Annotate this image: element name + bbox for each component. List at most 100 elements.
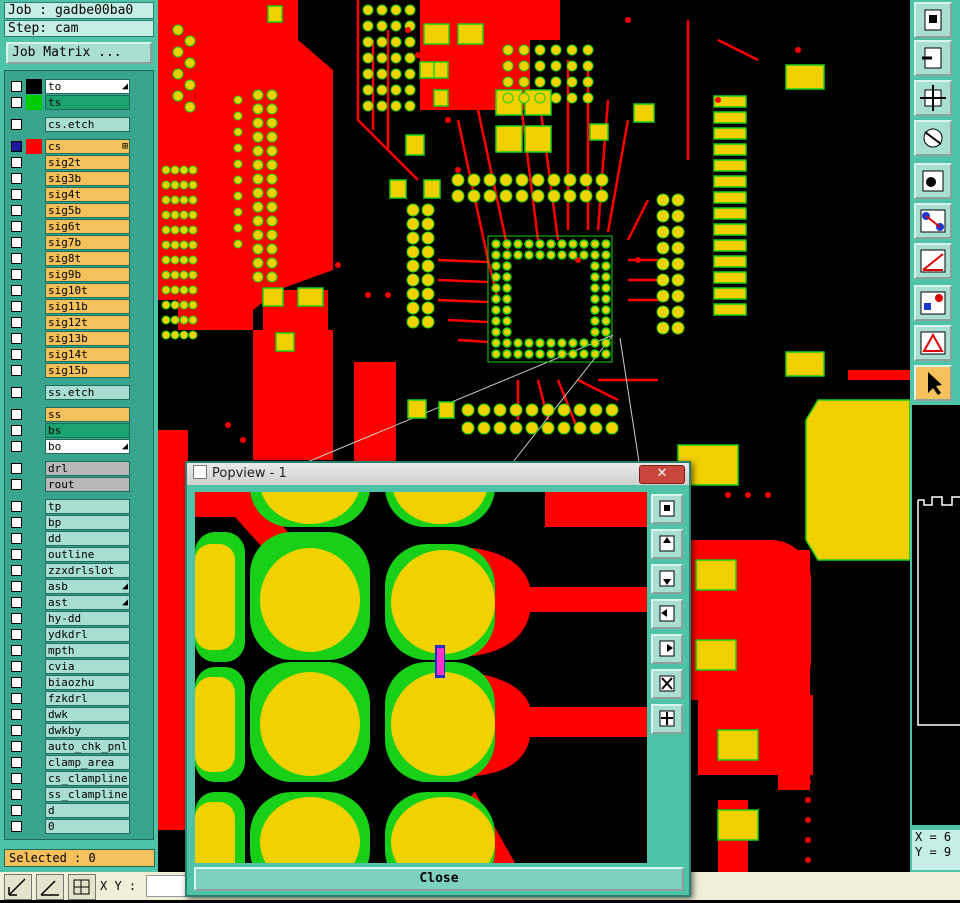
layer-row-sig14t[interactable]: sig14t (5, 347, 133, 362)
layer-name[interactable]: tp (45, 499, 130, 514)
layer-row-sig12t[interactable]: sig12t (5, 315, 133, 330)
layer-checkbox[interactable] (11, 237, 22, 248)
layer-checkbox[interactable] (11, 549, 22, 560)
layer-checkbox[interactable] (11, 365, 22, 376)
layer-row-clamp_area[interactable]: clamp_area (5, 755, 133, 770)
layer-name[interactable]: auto_chk_pnl (45, 739, 130, 754)
snap-settings-icon[interactable] (914, 120, 952, 156)
layer-checkbox[interactable] (11, 463, 22, 474)
layer-name[interactable]: sig10t (45, 283, 130, 298)
layer-name[interactable]: sig12t (45, 315, 130, 330)
layer-name[interactable]: bo ◢ (45, 439, 130, 454)
layer-name[interactable]: cs ⊞ (45, 139, 130, 154)
layer-name[interactable]: to ◢ (45, 79, 130, 94)
layer-checkbox[interactable] (11, 301, 22, 312)
layer-checkbox[interactable] (11, 757, 22, 768)
layer-checkbox[interactable] (11, 119, 22, 130)
pointer-icon[interactable] (914, 365, 952, 401)
layer-checkbox[interactable] (11, 773, 22, 784)
layer-row-bo[interactable]: bo ◢ (5, 439, 133, 454)
layer-row-sig2t[interactable]: sig2t (5, 155, 133, 170)
layer-checkbox[interactable] (11, 501, 22, 512)
layer-row-sig6t[interactable]: sig6t (5, 219, 133, 234)
layer-checkbox[interactable] (11, 97, 22, 108)
layer-checkbox[interactable] (11, 645, 22, 656)
layer-checkbox[interactable] (11, 789, 22, 800)
zoom-out-icon[interactable] (651, 669, 683, 699)
layer-checkbox[interactable] (11, 805, 22, 816)
layer-checkbox[interactable] (11, 387, 22, 398)
job-matrix-button[interactable]: Job Matrix ... (6, 42, 152, 64)
select-feature-icon[interactable] (914, 163, 952, 199)
layer-name[interactable]: sig15b (45, 363, 130, 378)
layer-row-fzkdrl[interactable]: fzkdrl (5, 691, 133, 706)
layer-row-to[interactable]: to ◢ (5, 79, 133, 94)
layer-checkbox[interactable] (11, 269, 22, 280)
layer-name[interactable]: dwk (45, 707, 130, 722)
layer-checkbox[interactable] (11, 565, 22, 576)
layer-name[interactable]: d (45, 803, 130, 818)
layer-name[interactable]: ts (45, 95, 130, 110)
measure-angle-icon[interactable] (36, 874, 64, 900)
layer-checkbox[interactable] (11, 205, 22, 216)
layer-row-ts[interactable]: ts (5, 95, 133, 110)
layer-row-rout[interactable]: rout (5, 477, 133, 492)
layer-row-sig8t[interactable]: sig8t (5, 251, 133, 266)
layer-row-sig3b[interactable]: sig3b (5, 171, 133, 186)
layer-row-bs[interactable]: bs (5, 423, 133, 438)
layer-row-ss.etch[interactable]: ss.etch (5, 385, 133, 400)
layer-checkbox[interactable] (11, 677, 22, 688)
layer-checkbox[interactable] (11, 221, 22, 232)
layer-checkbox[interactable] (11, 441, 22, 452)
layer-row-sig7b[interactable]: sig7b (5, 235, 133, 250)
layer-name[interactable]: sig4t (45, 187, 130, 202)
layer-row-dd[interactable]: dd (5, 531, 133, 546)
pan-left-icon[interactable] (651, 599, 683, 629)
layer-row-cvia[interactable]: cvia (5, 659, 133, 674)
layer-name[interactable]: cvia (45, 659, 130, 674)
layer-row-ast[interactable]: ast ◢ (5, 595, 133, 610)
layer-name[interactable]: sig7b (45, 235, 130, 250)
layer-name[interactable]: sig6t (45, 219, 130, 234)
layer-name[interactable]: outline (45, 547, 130, 562)
layer-checkbox[interactable] (11, 141, 22, 152)
layer-checkbox[interactable] (11, 709, 22, 720)
layer-checkbox[interactable] (11, 661, 22, 672)
xy-input[interactable] (146, 875, 186, 897)
layer-checkbox[interactable] (11, 253, 22, 264)
layer-checkbox[interactable] (11, 285, 22, 296)
layer-row-sig9b[interactable]: sig9b (5, 267, 133, 282)
layer-row-hy-dd[interactable]: hy-dd (5, 611, 133, 626)
zoom-in-icon[interactable] (914, 40, 952, 76)
layer-row-tp[interactable]: tp (5, 499, 133, 514)
layer-row-cs[interactable]: cs ⊞ (5, 139, 133, 154)
layer-name[interactable]: bp (45, 515, 130, 530)
layer-name[interactable]: sig11b (45, 299, 130, 314)
layer-name[interactable]: fzkdrl (45, 691, 130, 706)
layer-row-asb[interactable]: asb ◢ (5, 579, 133, 594)
layer-name[interactable]: cs_clampline (45, 771, 130, 786)
layer-checkbox[interactable] (11, 157, 22, 168)
layer-checkbox[interactable] (11, 425, 22, 436)
layer-row-d[interactable]: d (5, 803, 133, 818)
layer-name[interactable]: drl (45, 461, 130, 476)
layer-row-dwkby[interactable]: dwkby (5, 723, 133, 738)
layer-checkbox[interactable] (11, 349, 22, 360)
overview-map[interactable] (912, 405, 960, 825)
layer-row-sig15b[interactable]: sig15b (5, 363, 133, 378)
layer-row-bp[interactable]: bp (5, 515, 133, 530)
layer-name[interactable]: ydkdrl (45, 627, 130, 642)
layer-name[interactable]: hy-dd (45, 611, 130, 626)
layer-name[interactable]: sig3b (45, 171, 130, 186)
layer-row-mpth[interactable]: mpth (5, 643, 133, 658)
layer-name[interactable]: sig8t (45, 251, 130, 266)
popview-close-button[interactable]: Close (194, 867, 684, 891)
pan-down-icon[interactable] (651, 564, 683, 594)
layer-checkbox[interactable] (11, 409, 22, 420)
layer-row-sig4t[interactable]: sig4t (5, 187, 133, 202)
layer-name[interactable]: cs.etch (45, 117, 130, 132)
popview-titlebar[interactable]: Popview - 1 ✕ (187, 463, 689, 485)
layer-row-zzxdrlslot[interactable]: zzxdrlslot (5, 563, 133, 578)
layer-checkbox[interactable] (11, 333, 22, 344)
pop-menu-icon[interactable] (651, 494, 683, 524)
